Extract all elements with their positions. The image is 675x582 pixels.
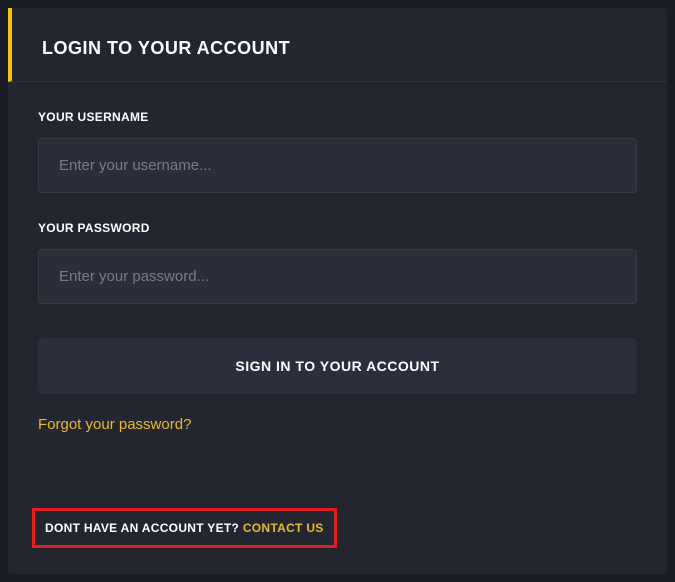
contact-us-link[interactable]: CONTACT US xyxy=(243,521,324,535)
sign-in-button[interactable]: SIGN IN TO YOUR ACCOUNT xyxy=(38,338,637,394)
username-input[interactable] xyxy=(38,138,637,193)
signup-prompt: DONT HAVE AN ACCOUNT YET? CONTACT US xyxy=(32,508,337,548)
password-input[interactable] xyxy=(38,249,637,304)
panel-header: LOGIN TO YOUR ACCOUNT xyxy=(8,8,667,82)
login-panel: LOGIN TO YOUR ACCOUNT YOUR USERNAME YOUR… xyxy=(8,8,667,574)
username-label: YOUR USERNAME xyxy=(38,110,637,124)
signup-prompt-text: DONT HAVE AN ACCOUNT YET? xyxy=(45,521,243,535)
forgot-password-link[interactable]: Forgot your password? xyxy=(38,416,191,433)
username-group: YOUR USERNAME xyxy=(38,110,637,193)
page-title: LOGIN TO YOUR ACCOUNT xyxy=(42,38,637,59)
password-group: YOUR PASSWORD xyxy=(38,221,637,304)
login-form: YOUR USERNAME YOUR PASSWORD SIGN IN TO Y… xyxy=(8,82,667,452)
password-label: YOUR PASSWORD xyxy=(38,221,637,235)
